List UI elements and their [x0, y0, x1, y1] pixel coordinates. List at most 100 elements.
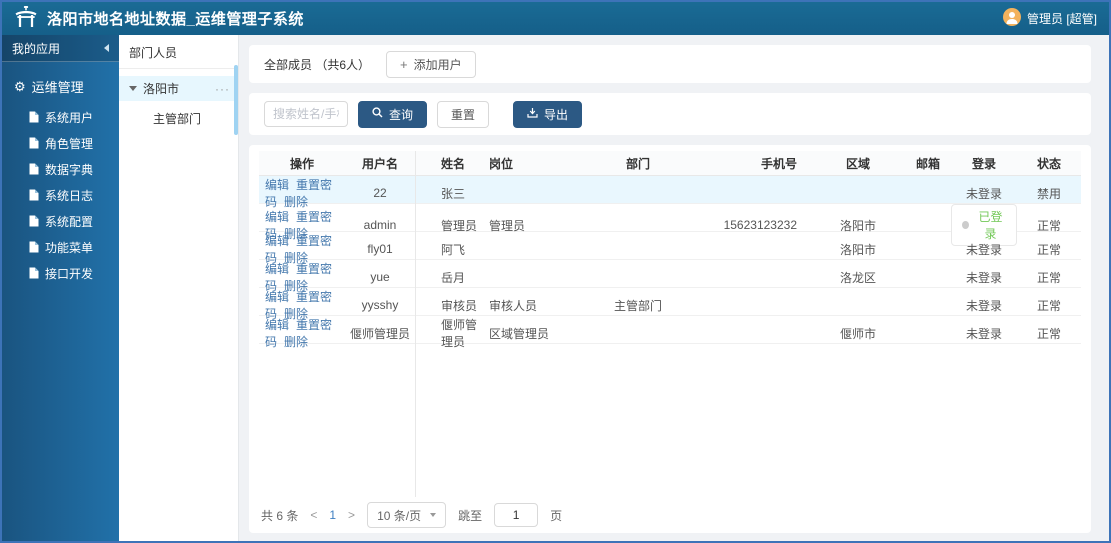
- pagination: 共 6 条 < 1 > 10 条/页 跳至 页: [259, 497, 1081, 533]
- column-header-dept: 部门: [625, 156, 650, 171]
- app-title: 洛阳市地名地址数据_运维管理子系统: [47, 11, 304, 28]
- sidebar-item-function-menu[interactable]: 功能菜单: [2, 234, 119, 260]
- cell-login: 未登录: [965, 186, 1002, 201]
- sidebar-item-api-development[interactable]: 接口开发: [2, 260, 119, 286]
- sidebar-item-system-users[interactable]: 系统用户: [2, 104, 119, 130]
- collapse-icon[interactable]: [104, 44, 109, 52]
- user-menu[interactable]: 管理员 [超管]: [1002, 8, 1097, 29]
- document-icon: [29, 267, 39, 279]
- row-action-edit[interactable]: 编辑: [265, 210, 289, 224]
- cell-phone: 15623123232: [723, 218, 797, 232]
- sidebar-item-label: 功能菜单: [45, 240, 94, 255]
- cell-login: 未登录: [965, 270, 1002, 285]
- cell-post: 管理员: [489, 218, 526, 233]
- document-icon: [29, 111, 39, 123]
- gear-icon: ⚙: [14, 79, 26, 94]
- cell-region: 洛阳市: [839, 242, 876, 257]
- row-action-edit[interactable]: 编辑: [265, 290, 289, 304]
- sidebar-item-data-dictionary[interactable]: 数据字典: [2, 156, 119, 182]
- export-button[interactable]: 导出: [513, 100, 583, 128]
- cell-actions: 编辑 重置密码 删除: [259, 316, 345, 350]
- document-icon: [29, 163, 39, 175]
- chevron-down-icon: [430, 513, 437, 517]
- sidebar-item-label: 系统用户: [45, 110, 94, 125]
- search-input[interactable]: [264, 101, 348, 127]
- table-row: 编辑 重置密码 删除 admin 管理员 管理员 15623123232 洛阳市 已登录 正常: [259, 204, 1081, 246]
- sidebar-item-label: 接口开发: [45, 266, 94, 281]
- cell-login: 未登录: [965, 298, 1002, 313]
- row-action-delete[interactable]: 删除: [284, 195, 308, 209]
- tree-node-luoyang[interactable]: 洛阳市 ···: [119, 76, 238, 101]
- status-dot-icon: [962, 221, 969, 229]
- sidebar-item-label: 数据字典: [45, 162, 94, 177]
- sidebar-header[interactable]: 我的应用: [2, 35, 119, 62]
- query-label: 查询: [389, 107, 414, 122]
- next-page-button[interactable]: >: [348, 508, 355, 522]
- table-row: 编辑 重置密码 删除 偃师管理员 偃师管理员 区域管理员 偃师市 未登录 正常: [259, 316, 1081, 349]
- search-toolbar: 查询 重置 导出: [249, 93, 1091, 135]
- fixed-column-divider: [415, 151, 416, 497]
- app-logo-icon: [14, 5, 38, 32]
- tree-node-supervisory-dept[interactable]: 主管部门: [119, 101, 238, 127]
- row-action-delete[interactable]: 删除: [284, 335, 308, 349]
- user-table: 操作 用户名 姓名 岗位 部门 手机号 区域 邮箱 登录 状态 编辑 重置密码 删除 22 张三 未登录 禁用…: [259, 151, 1081, 497]
- cell-name: 岳月: [441, 270, 466, 285]
- reset-label: 重置: [451, 107, 476, 122]
- cell-region: 洛阳市: [839, 218, 876, 233]
- row-action-edit[interactable]: 编辑: [265, 178, 289, 192]
- table-row: 编辑 重置密码 删除 yue 岳月 洛龙区 未登录 正常: [259, 260, 1081, 293]
- column-header-status: 状态: [1036, 156, 1061, 171]
- cell-username: 偃师管理员: [349, 326, 410, 341]
- login-status-text: 已登录: [978, 210, 1003, 241]
- cell-name: 偃师管理员: [441, 318, 478, 349]
- reset-button[interactable]: 重置: [437, 100, 490, 128]
- jump-label: 跳至: [458, 508, 483, 523]
- jump-page-input[interactable]: [494, 503, 539, 527]
- current-page[interactable]: 1: [329, 508, 336, 522]
- app-window: 洛阳市地名地址数据_运维管理子系统 管理员 [超管] 我的应用 ⚙ 运维管理 系…: [0, 0, 1111, 543]
- table-row: 编辑 重置密码 删除 yysshy 审核员 审核人员 主管部门 未登录 正常: [259, 288, 1081, 321]
- cell-post: 审核人员: [489, 298, 538, 313]
- page-size-select[interactable]: 10 条/页: [367, 502, 447, 528]
- cell-username: yysshy: [361, 298, 399, 312]
- dept-panel-title: 部门人员: [119, 35, 238, 69]
- cell-status: 正常: [1036, 326, 1061, 341]
- sidebar-item-label: 系统日志: [45, 188, 94, 203]
- sidebar-item-system-logs[interactable]: 系统日志: [2, 182, 119, 208]
- cell-region: 偃师市: [839, 326, 876, 341]
- row-action-edit[interactable]: 编辑: [265, 234, 289, 248]
- department-panel: 部门人员 洛阳市 ··· 主管部门: [119, 35, 239, 541]
- cell-login: 未登录: [965, 326, 1002, 341]
- export-label: 导出: [544, 107, 569, 122]
- cell-status: 正常: [1036, 298, 1061, 313]
- sidebar-menu: ⚙ 运维管理 系统用户角色管理数据字典系统日志系统配置功能菜单接口开发: [2, 62, 119, 286]
- user-label: 管理员 [超管]: [1026, 12, 1097, 26]
- table-row: 编辑 重置密码 删除 22 张三 未登录 禁用: [259, 176, 1081, 209]
- sidebar-item-system-config[interactable]: 系统配置: [2, 208, 119, 234]
- cell-region: 洛龙区: [839, 270, 876, 285]
- prev-page-button[interactable]: <: [310, 508, 317, 522]
- more-icon[interactable]: ···: [215, 82, 230, 96]
- page-size-value: 10 条/页: [377, 508, 422, 523]
- jump-suffix: 页: [550, 508, 563, 523]
- sidebar-group-ops-management[interactable]: ⚙ 运维管理: [2, 74, 119, 104]
- add-user-button[interactable]: + 添加用户: [386, 50, 476, 78]
- cell-name: 管理员: [441, 218, 478, 233]
- user-table-card: 操作 用户名 姓名 岗位 部门 手机号 区域 邮箱 登录 状态 编辑 重置密码 删除 22 张三 未登录 禁用…: [249, 145, 1091, 533]
- avatar-icon: [1002, 8, 1021, 29]
- row-action-edit[interactable]: 编辑: [265, 318, 289, 332]
- cell-name: 张三: [441, 186, 466, 201]
- sidebar-item-role-management[interactable]: 角色管理: [2, 130, 119, 156]
- query-button[interactable]: 查询: [358, 100, 428, 128]
- caret-down-icon[interactable]: [129, 86, 137, 91]
- document-icon: [29, 241, 39, 253]
- panel-scrollbar[interactable]: [234, 65, 238, 135]
- table-header: 操作 用户名 姓名 岗位 部门 手机号 区域 邮箱 登录 状态: [259, 151, 1081, 176]
- sidebar-item-label: 角色管理: [45, 136, 94, 151]
- members-count-label: 全部成员 （共6人）: [264, 57, 371, 72]
- table-body: 编辑 重置密码 删除 22 张三 未登录 禁用 编辑 重置密码 删除 admin 管理员 管理员 1562…: [259, 176, 1081, 349]
- column-header-email: 邮箱: [915, 156, 940, 171]
- total-count: 共 6 条: [261, 508, 299, 523]
- apps-label: 我的应用: [12, 41, 61, 56]
- row-action-edit[interactable]: 编辑: [265, 262, 289, 276]
